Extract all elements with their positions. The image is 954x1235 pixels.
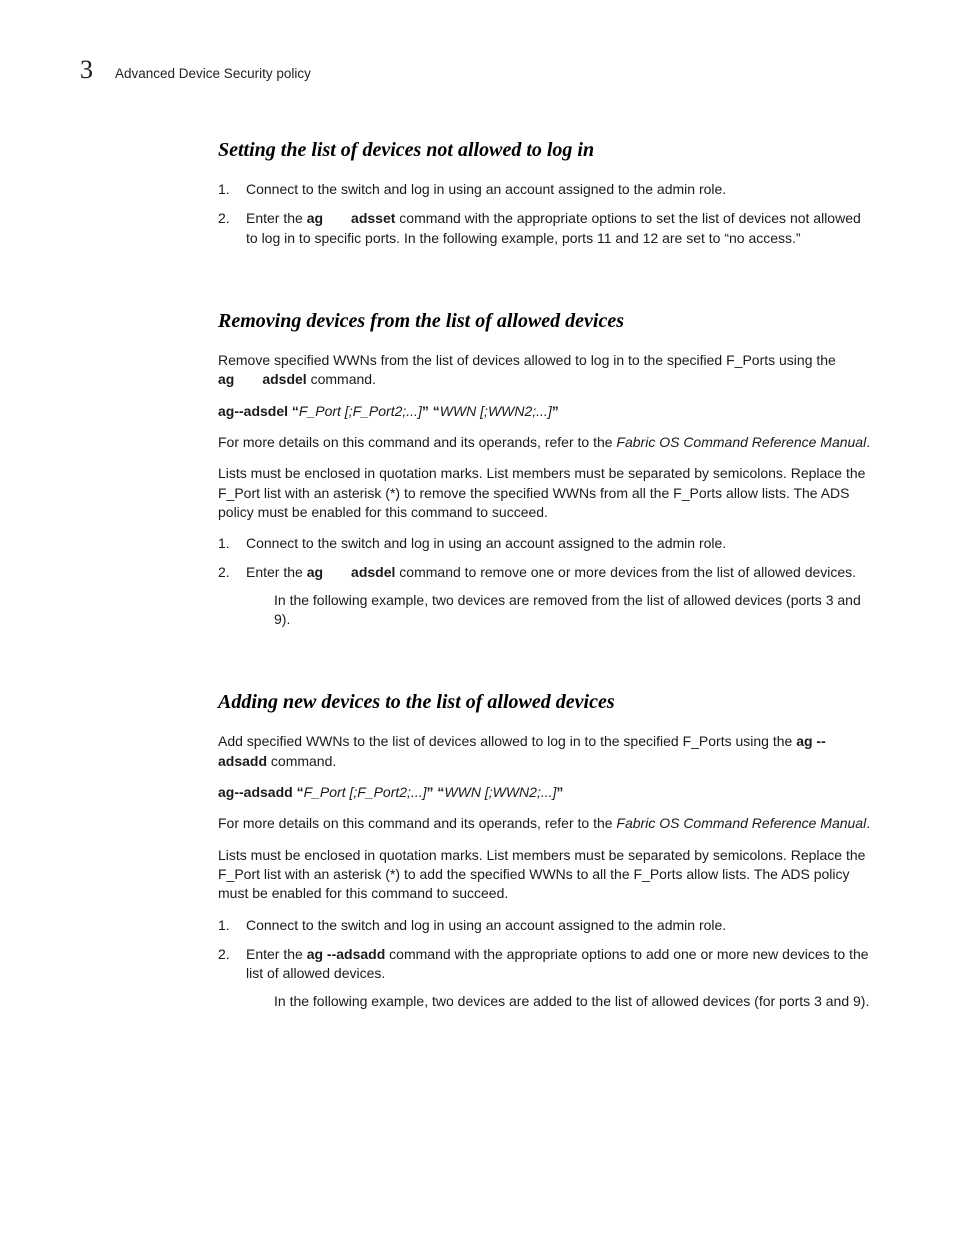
command-name: adsdel: [262, 371, 306, 387]
section-heading: Setting the list of devices not allowed …: [218, 139, 874, 162]
reference-paragraph: For more details on this command and its…: [218, 814, 874, 833]
cmd-param: WWN [;WWN2;...]: [444, 784, 556, 800]
command-name: adsset: [351, 210, 395, 226]
step-item: Connect to the switch and log in using a…: [218, 916, 874, 935]
step-text: command to remove one or more devices fr…: [395, 564, 856, 580]
command-name: ag: [307, 564, 323, 580]
step-item: Enter the ag --adsadd command with the a…: [218, 945, 874, 1011]
notes-paragraph: Lists must be enclosed in quotation mark…: [218, 846, 874, 904]
cmd-part: ”: [556, 784, 563, 800]
step-item: Enter the ag adsset command with the app…: [218, 209, 874, 248]
page-header: 3 Advanced Device Security policy: [80, 55, 874, 85]
step-item: Connect to the switch and log in using a…: [218, 180, 874, 199]
step-text: Enter the: [246, 564, 307, 580]
gap: [323, 564, 351, 580]
notes-paragraph: Lists must be enclosed in quotation mark…: [218, 464, 874, 522]
step-item: Connect to the switch and log in using a…: [218, 534, 874, 553]
cmd-param: F_Port [;F_Port2;...]: [299, 403, 422, 419]
text: .: [866, 434, 870, 450]
text: Add specified WWNs to the list of device…: [218, 733, 796, 749]
section-adding-devices: Adding new devices to the list of allowe…: [218, 691, 874, 1010]
reference-title: Fabric OS Command Reference Manual: [616, 434, 866, 450]
content-body: Setting the list of devices not allowed …: [218, 139, 874, 1011]
step-list: Connect to the switch and log in using a…: [218, 180, 874, 248]
step-text: Enter the: [246, 946, 307, 962]
gap: [234, 371, 262, 387]
step-sub-text: In the following example, two devices ar…: [246, 591, 874, 630]
step-text: Enter the: [246, 210, 307, 226]
text: Remove specified WWNs from the list of d…: [218, 352, 836, 368]
cmd-part: ”: [552, 403, 559, 419]
section-heading: Adding new devices to the list of allowe…: [218, 691, 874, 714]
intro-paragraph: Remove specified WWNs from the list of d…: [218, 351, 874, 390]
step-item: Enter the ag adsdel command to remove on…: [218, 563, 874, 629]
section-heading: Removing devices from the list of allowe…: [218, 310, 874, 333]
step-list: Connect to the switch and log in using a…: [218, 534, 874, 629]
command-syntax: ag--adsadd “F_Port [;F_Port2;...]” “WWN …: [218, 783, 874, 802]
text: command.: [267, 753, 336, 769]
reference-paragraph: For more details on this command and its…: [218, 433, 874, 452]
text: For more details on this command and its…: [218, 434, 616, 450]
section-setting-not-allowed: Setting the list of devices not allowed …: [218, 139, 874, 248]
header-title: Advanced Device Security policy: [115, 66, 311, 81]
command-name: ag --adsadd: [307, 946, 386, 962]
command-name: ag: [307, 210, 323, 226]
cmd-part: ” “: [427, 784, 445, 800]
text: .: [866, 815, 870, 831]
cmd-param: F_Port [;F_Port2;...]: [304, 784, 427, 800]
cmd-part: ag--adsadd “: [218, 784, 304, 800]
text: command.: [307, 371, 376, 387]
command-name: adsdel: [351, 564, 395, 580]
cmd-part: ag--adsdel “: [218, 403, 299, 419]
intro-paragraph: Add specified WWNs to the list of device…: [218, 732, 874, 771]
cmd-part: ” “: [422, 403, 440, 419]
command-name: ag: [218, 371, 234, 387]
step-sub-text: In the following example, two devices ar…: [246, 992, 874, 1011]
gap: [323, 210, 351, 226]
text: For more details on this command and its…: [218, 815, 616, 831]
document-page: 3 Advanced Device Security policy Settin…: [0, 0, 954, 1101]
command-syntax: ag--adsdel “F_Port [;F_Port2;...]” “WWN …: [218, 402, 874, 421]
section-removing-devices: Removing devices from the list of allowe…: [218, 310, 874, 629]
reference-title: Fabric OS Command Reference Manual: [616, 815, 866, 831]
cmd-param: WWN [;WWN2;...]: [440, 403, 552, 419]
chapter-number: 3: [80, 55, 93, 85]
step-list: Connect to the switch and log in using a…: [218, 916, 874, 1011]
